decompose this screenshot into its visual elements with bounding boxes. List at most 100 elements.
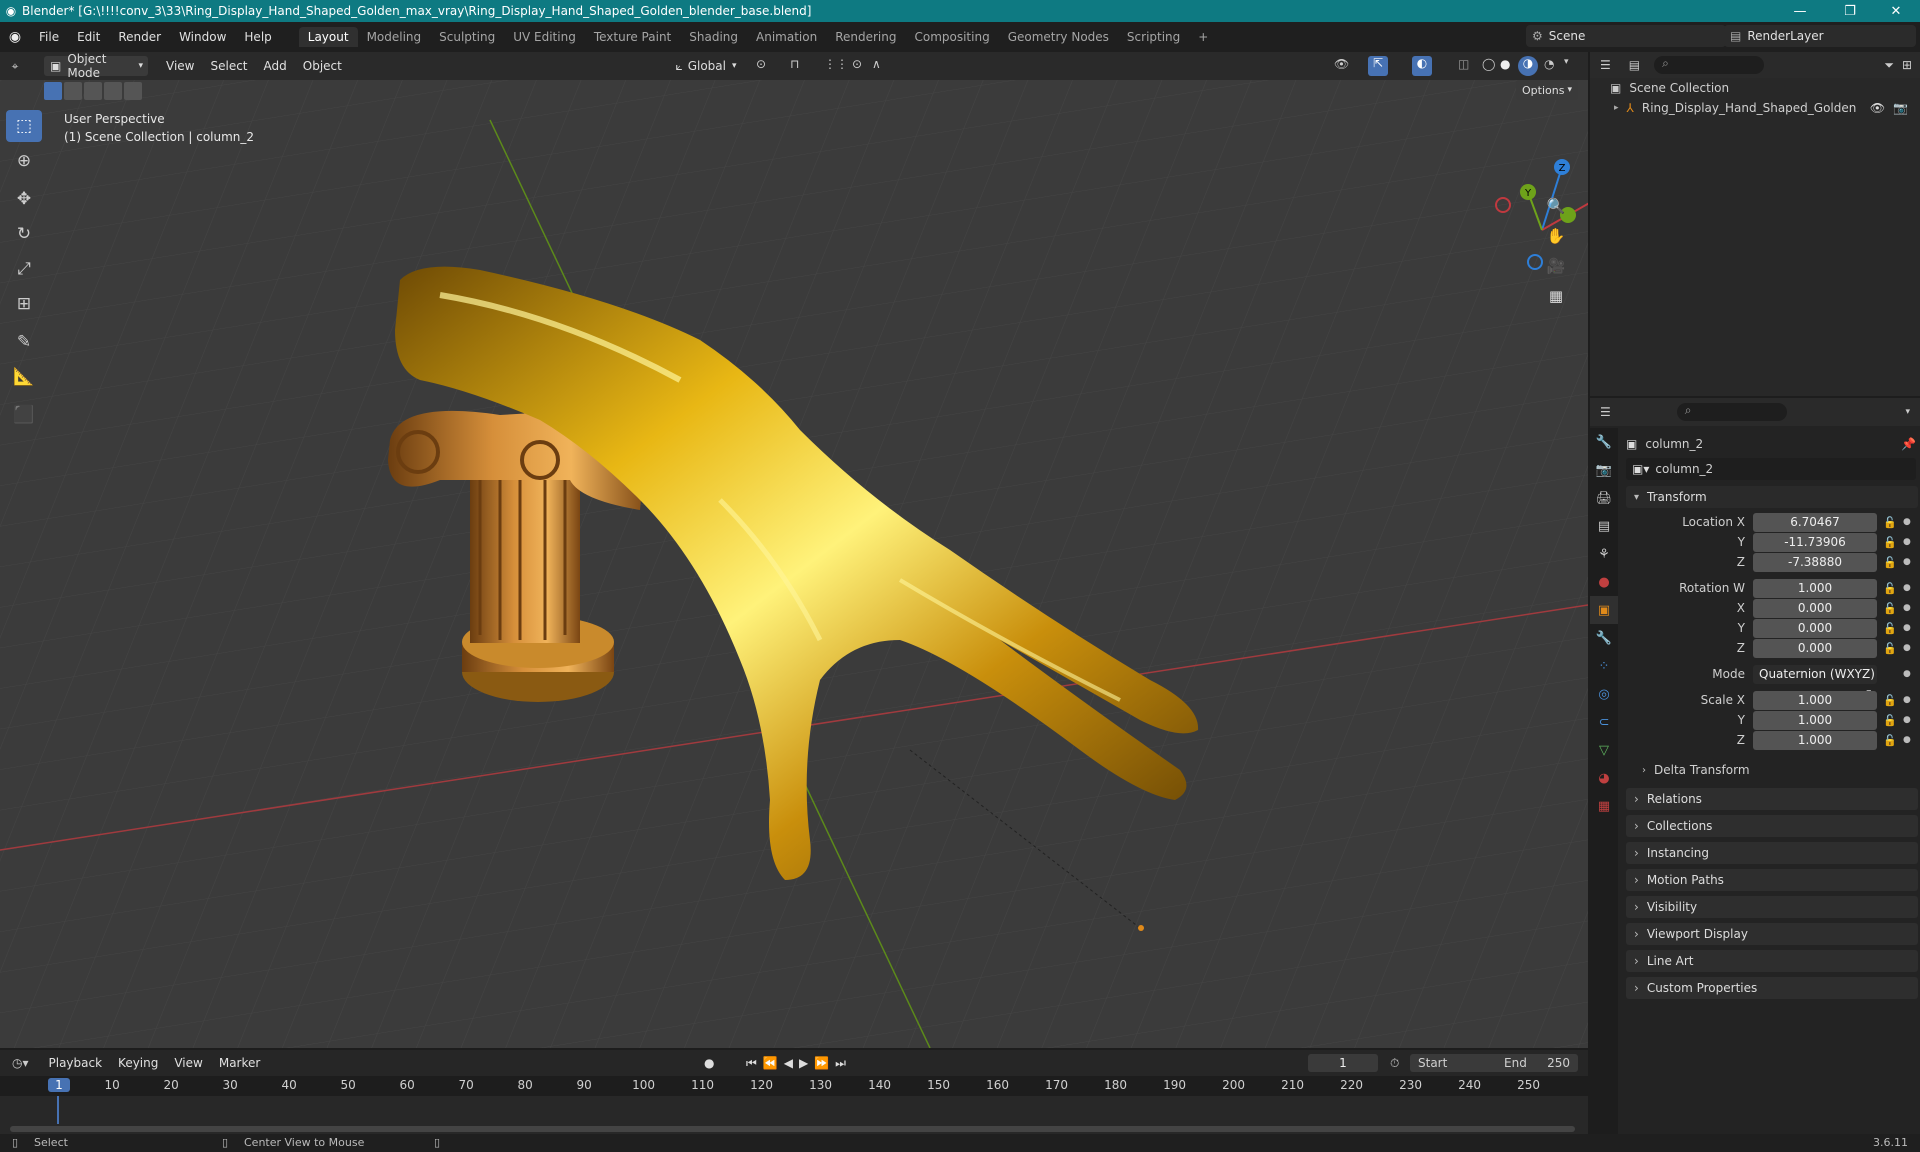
viewport-display-panel[interactable]: › Viewport Display — [1626, 923, 1918, 945]
pivot-icon[interactable]: ⊙ — [756, 57, 766, 71]
select-new-icon[interactable] — [44, 82, 62, 100]
cursor-tool-icon[interactable]: ⊕ — [6, 145, 42, 177]
keyframe-dot-icon[interactable]: ● — [1903, 557, 1915, 567]
render-tab-icon[interactable]: 📷 — [1590, 456, 1618, 484]
timeline-scrollbar[interactable] — [10, 1126, 1575, 1132]
menu-edit[interactable]: Edit — [68, 30, 109, 44]
wireframe-shading-icon[interactable]: ◯ — [1482, 57, 1495, 71]
rotation-z-field[interactable]: 0.000 — [1753, 638, 1877, 658]
lock-icon[interactable]: 🔓 — [1877, 556, 1903, 569]
playback-controls[interactable]: ⏮⏪◀▶⏩⏭ — [746, 1056, 852, 1071]
menu-object[interactable]: Object — [295, 59, 350, 73]
zoom-icon[interactable]: 🔍 — [1542, 192, 1570, 220]
annotate-tool-icon[interactable]: ✎ — [6, 326, 42, 358]
lock-icon[interactable]: 🔓 — [1877, 602, 1903, 615]
outliner-editor-icon[interactable]: ☰ — [1590, 58, 1621, 72]
3d-viewport[interactable]: Z X Y User Perspective (1) Scene Collect… — [0, 80, 1588, 1048]
lock-icon[interactable]: 🔓 — [1877, 582, 1903, 595]
object-tab-icon[interactable]: ▣ — [1590, 596, 1618, 624]
rotation-mode-dropdown[interactable]: Quaternion (WXYZ) ▾ — [1753, 664, 1877, 698]
menu-add[interactable]: Add — [256, 59, 295, 73]
tab-rendering[interactable]: Rendering — [826, 27, 905, 47]
snap-target-icon[interactable]: ⋮⋮ — [824, 57, 848, 71]
scale-x-field[interactable]: 1.000 — [1753, 690, 1877, 710]
xray-icon[interactable]: ◫ — [1458, 57, 1469, 71]
tab-geometry-nodes[interactable]: Geometry Nodes — [999, 27, 1118, 47]
lock-icon[interactable]: 🔓 — [1877, 622, 1903, 635]
keyframe-dot-icon[interactable]: ● — [1903, 643, 1915, 653]
delta-transform-subpanel[interactable]: › Delta Transform — [1642, 760, 1750, 780]
select-box-tool-icon[interactable]: ⬚ — [6, 110, 42, 142]
tab-animation[interactable]: Animation — [747, 27, 826, 47]
menu-timeline-view[interactable]: View — [166, 1056, 210, 1070]
keyframe-dot-icon[interactable]: ● — [1903, 735, 1915, 745]
end-frame-field[interactable]: End 250 — [1496, 1054, 1578, 1072]
orientation-dropdown[interactable]: ⟀ Global ▾ — [666, 56, 746, 76]
overlay-toggle-icon[interactable]: ◐ — [1412, 56, 1432, 76]
menu-marker[interactable]: Marker — [211, 1056, 268, 1070]
properties-search-input[interactable]: ⌕ — [1676, 403, 1787, 421]
select-intersect-icon[interactable] — [124, 82, 142, 100]
pin-icon[interactable]: 📌 — [1901, 437, 1916, 451]
outliner-search-input[interactable]: ⌕ — [1654, 56, 1765, 74]
keyframe-dot-icon[interactable]: ● — [1903, 517, 1915, 527]
camera-view-icon[interactable]: 🎥 — [1542, 252, 1570, 280]
material-shading-icon[interactable]: ◑ — [1518, 56, 1538, 76]
lock-icon[interactable]: 🔓 — [1877, 536, 1903, 549]
transform-panel-header[interactable]: ▾ Transform — [1626, 486, 1918, 508]
data-tab-icon[interactable]: ▽ — [1590, 736, 1618, 764]
rotation-w-field[interactable]: 1.000 — [1753, 578, 1877, 598]
menu-help[interactable]: Help — [235, 30, 280, 44]
menu-playback[interactable]: Playback — [41, 1056, 111, 1070]
tool-tab-icon[interactable]: 🔧 — [1590, 428, 1618, 456]
scene-tab-icon[interactable]: ⚘ — [1590, 540, 1618, 568]
tab-compositing[interactable]: Compositing — [905, 27, 998, 47]
select-subtract-icon[interactable] — [84, 82, 102, 100]
tab-modeling[interactable]: Modeling — [358, 27, 431, 47]
lock-icon[interactable]: 🔓 — [1877, 734, 1903, 747]
tab-scripting[interactable]: Scripting — [1118, 27, 1189, 47]
scale-y-field[interactable]: 1.000 — [1753, 710, 1877, 730]
frame-ruler[interactable]: 1 10 20 30 40 50 60 70 80 90 100 110 120 130 140 150 160… — [0, 1076, 1588, 1096]
line-art-panel[interactable]: › Line Art — [1626, 950, 1918, 972]
select-extend-icon[interactable] — [64, 82, 82, 100]
keyframe-dot-icon[interactable]: ● — [1903, 537, 1915, 547]
snap-icon[interactable]: ⊓ — [790, 57, 799, 71]
tab-texture-paint[interactable]: Texture Paint — [585, 27, 680, 47]
tab-layout[interactable]: Layout — [298, 27, 358, 47]
rotation-x-field[interactable]: 0.000 — [1753, 598, 1877, 618]
menu-keying[interactable]: Keying — [110, 1056, 166, 1070]
keyframe-dot-icon[interactable]: ● — [1903, 623, 1915, 633]
menu-file[interactable]: File — [30, 30, 68, 44]
menu-render[interactable]: Render — [109, 30, 170, 44]
keyframe-dot-icon[interactable]: ● — [1903, 603, 1915, 613]
relations-panel[interactable]: › Relations — [1626, 788, 1918, 810]
current-frame-field[interactable]: 1 — [1308, 1054, 1378, 1072]
scale-z-field[interactable]: 1.000 — [1753, 730, 1877, 750]
timeline-track-area[interactable] — [0, 1096, 1588, 1134]
keyframe-dot-icon[interactable]: ● — [1903, 695, 1915, 705]
physics-tab-icon[interactable]: ◎ — [1590, 680, 1618, 708]
orthographic-toggle-icon[interactable]: ▦ — [1542, 282, 1570, 310]
motion-paths-panel[interactable]: › Motion Paths — [1626, 869, 1918, 891]
object-name-field[interactable]: ▣▾ column_2 — [1626, 458, 1916, 480]
keyframe-dot-icon[interactable]: ● — [1903, 715, 1915, 725]
measure-tool-icon[interactable]: 📐 — [6, 361, 42, 393]
texture-tab-icon[interactable]: ▦ — [1590, 792, 1618, 820]
constraints-tab-icon[interactable]: ⊂ — [1590, 708, 1618, 736]
eye-icon[interactable]: 👁 — [1870, 101, 1885, 115]
lock-icon[interactable]: 🔓 — [1877, 516, 1903, 529]
custom-properties-panel[interactable]: › Custom Properties — [1626, 977, 1918, 999]
options-dropdown[interactable]: Options ▾ — [1516, 80, 1578, 100]
minimize-button[interactable]: — — [1780, 0, 1820, 22]
lock-icon[interactable]: 🔓 — [1877, 714, 1903, 727]
chevron-down-icon[interactable]: ▾ — [1564, 57, 1569, 67]
close-window-button[interactable]: ✕ — [1876, 0, 1916, 22]
instancing-panel[interactable]: › Instancing — [1626, 842, 1918, 864]
add-workspace-button[interactable]: + — [1189, 27, 1217, 47]
new-collection-icon[interactable]: ⊞ — [1902, 58, 1920, 72]
rotation-y-field[interactable]: 0.000 — [1753, 618, 1877, 638]
mode-dropdown[interactable]: ▣ Object Mode ▾ — [44, 52, 148, 80]
keyframe-dot-icon[interactable]: ● — [1903, 669, 1915, 679]
location-y-field[interactable]: -11.73906 — [1753, 532, 1877, 552]
